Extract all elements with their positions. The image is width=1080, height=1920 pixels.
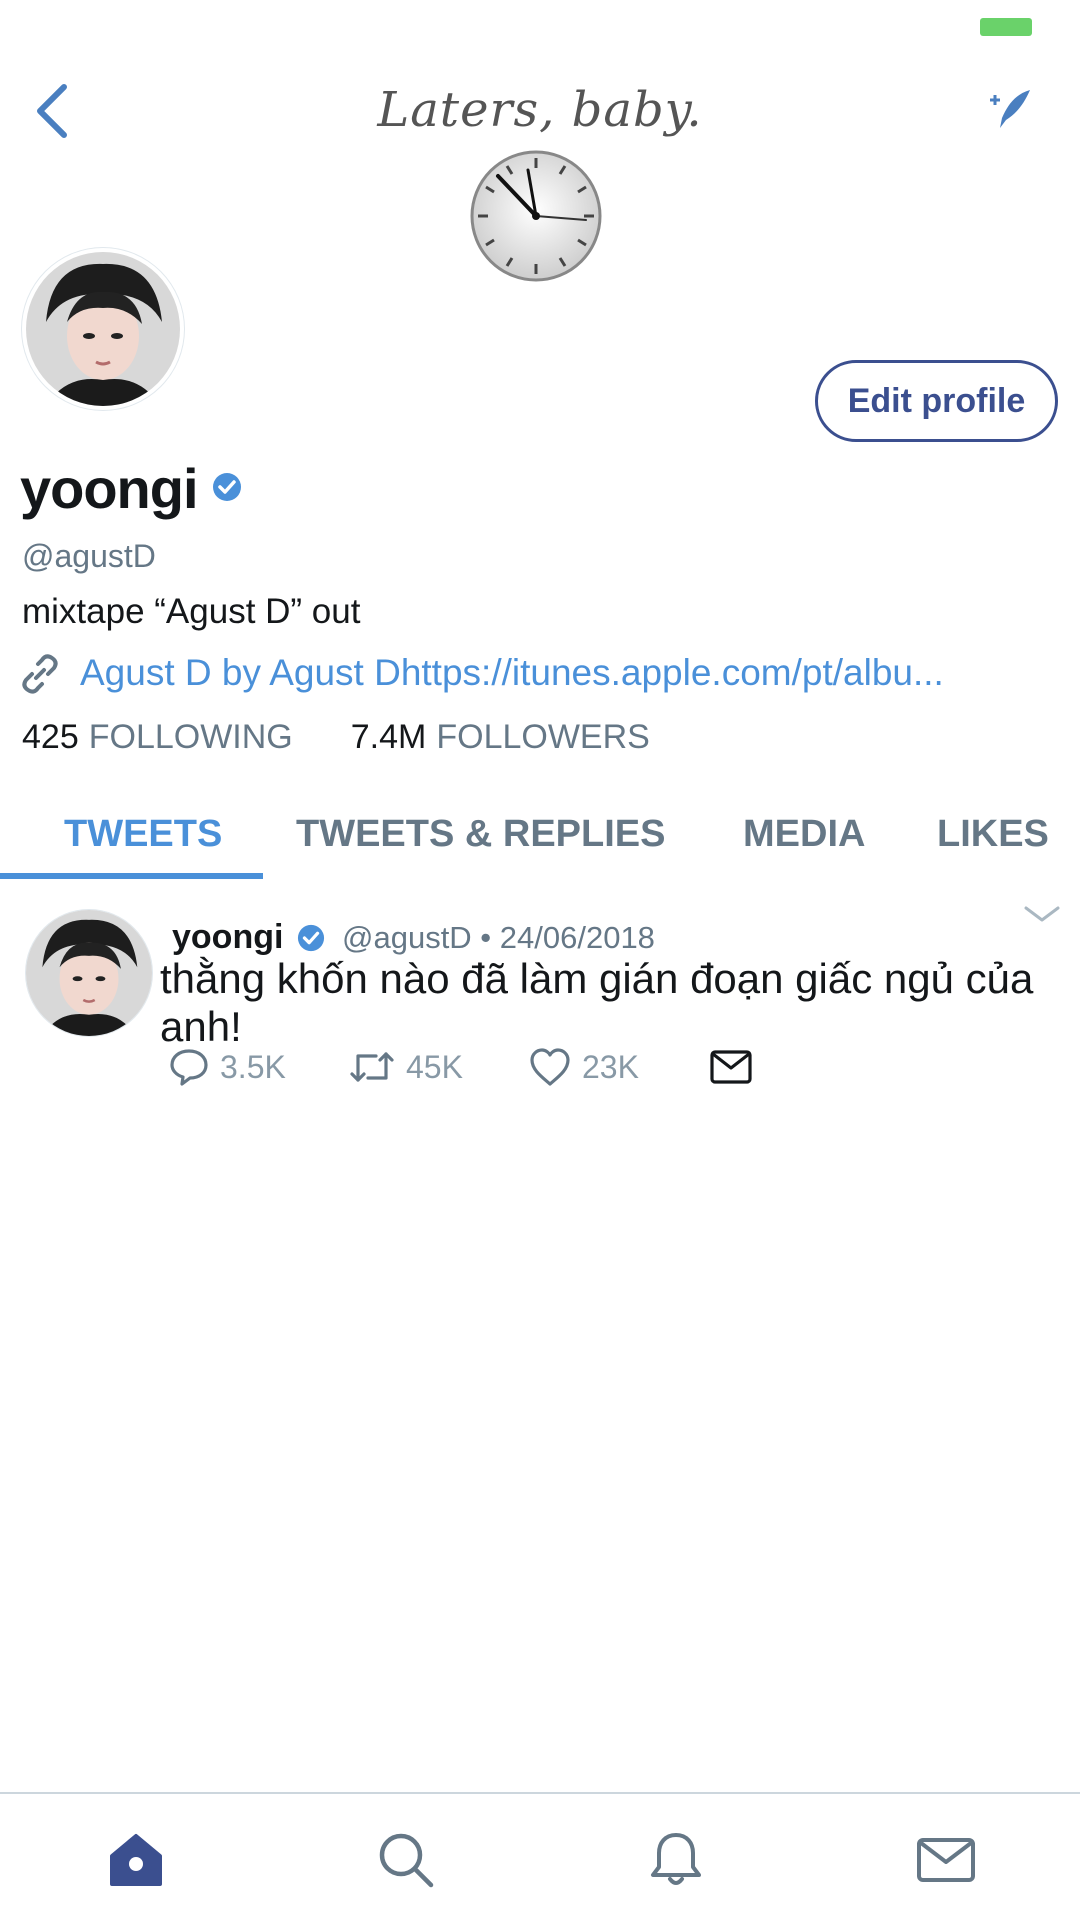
clock-icon — [470, 150, 602, 282]
profile-display-name: yoongi — [20, 457, 199, 520]
tab-likes[interactable]: LIKES — [937, 790, 1049, 878]
retweet-button[interactable]: 45K — [348, 1046, 463, 1088]
reply-icon — [170, 1049, 208, 1086]
profile-link[interactable]: Agust D by Agust Dhttps://itunes.apple.c… — [80, 652, 1040, 694]
followers-label: FOLLOWERS — [436, 718, 650, 756]
caret-down-icon[interactable] — [1020, 900, 1064, 930]
following-count: 425 — [22, 718, 79, 756]
followers-stat[interactable]: 7.4M FOLLOWERS — [351, 718, 650, 757]
retweet-icon — [350, 1052, 394, 1082]
following-stat[interactable]: 425 FOLLOWING — [22, 718, 293, 757]
like-count: 23K — [582, 1048, 639, 1085]
tweet-meta: @agustD • 24/06/2018 — [342, 920, 655, 955]
tab-media[interactable]: MEDIA — [743, 790, 865, 878]
avatar-image — [26, 252, 180, 406]
nav-notifications[interactable] — [636, 1820, 716, 1900]
reply-count: 3.5K — [220, 1048, 286, 1085]
profile-stats: 425 FOLLOWING 7.4M FOLLOWERS — [22, 718, 650, 757]
nav-home[interactable] — [96, 1820, 176, 1900]
link-icon — [22, 654, 58, 694]
nav-messages[interactable] — [906, 1820, 986, 1900]
verified-icon — [297, 924, 325, 952]
profile-handle: @agustD — [22, 538, 156, 574]
nav-search[interactable] — [366, 1820, 446, 1900]
avatar-image — [26, 910, 152, 1036]
dm-button[interactable] — [708, 1046, 754, 1088]
following-label: FOLLOWING — [88, 718, 293, 756]
compose-feather-icon — [990, 90, 1030, 128]
tweet-avatar[interactable] — [26, 910, 152, 1036]
header-title: Laters, baby. — [377, 82, 703, 138]
home-icon — [110, 1834, 162, 1886]
search-icon — [379, 1833, 434, 1888]
profile-avatar[interactable] — [22, 248, 184, 410]
back-button[interactable] — [22, 76, 82, 146]
notifications-icon — [651, 1833, 701, 1885]
bottom-nav-divider — [0, 1792, 1080, 1794]
dm-icon — [710, 1050, 752, 1084]
tab-tweets-replies[interactable]: TWEETS & REPLIES — [296, 790, 665, 878]
verified-icon — [213, 473, 241, 501]
messages-icon — [917, 1838, 975, 1882]
tweet-author-name[interactable]: yoongi — [172, 918, 283, 957]
tab-tweets[interactable]: TWEETS — [64, 790, 222, 878]
tweet-text: thằng khốn nào đã làm gián đoạn giấc ngủ… — [160, 955, 1034, 1050]
active-tab-indicator — [0, 873, 263, 879]
like-icon — [530, 1048, 570, 1086]
like-button[interactable]: 23K — [528, 1046, 639, 1088]
compose-tweet-button[interactable] — [978, 78, 1042, 142]
retweet-count: 45K — [406, 1048, 463, 1085]
chevron-left-icon — [37, 84, 67, 138]
profile-bio: mixtape “Agust D” out — [22, 592, 361, 631]
reply-button[interactable]: 3.5K — [168, 1046, 286, 1088]
profile-tabs: TWEETS TWEETS & REPLIES MEDIA LIKES — [0, 790, 1080, 878]
edit-profile-button[interactable]: Edit profile — [815, 360, 1058, 442]
battery-indicator — [980, 18, 1032, 36]
followers-count: 7.4M — [350, 718, 427, 756]
